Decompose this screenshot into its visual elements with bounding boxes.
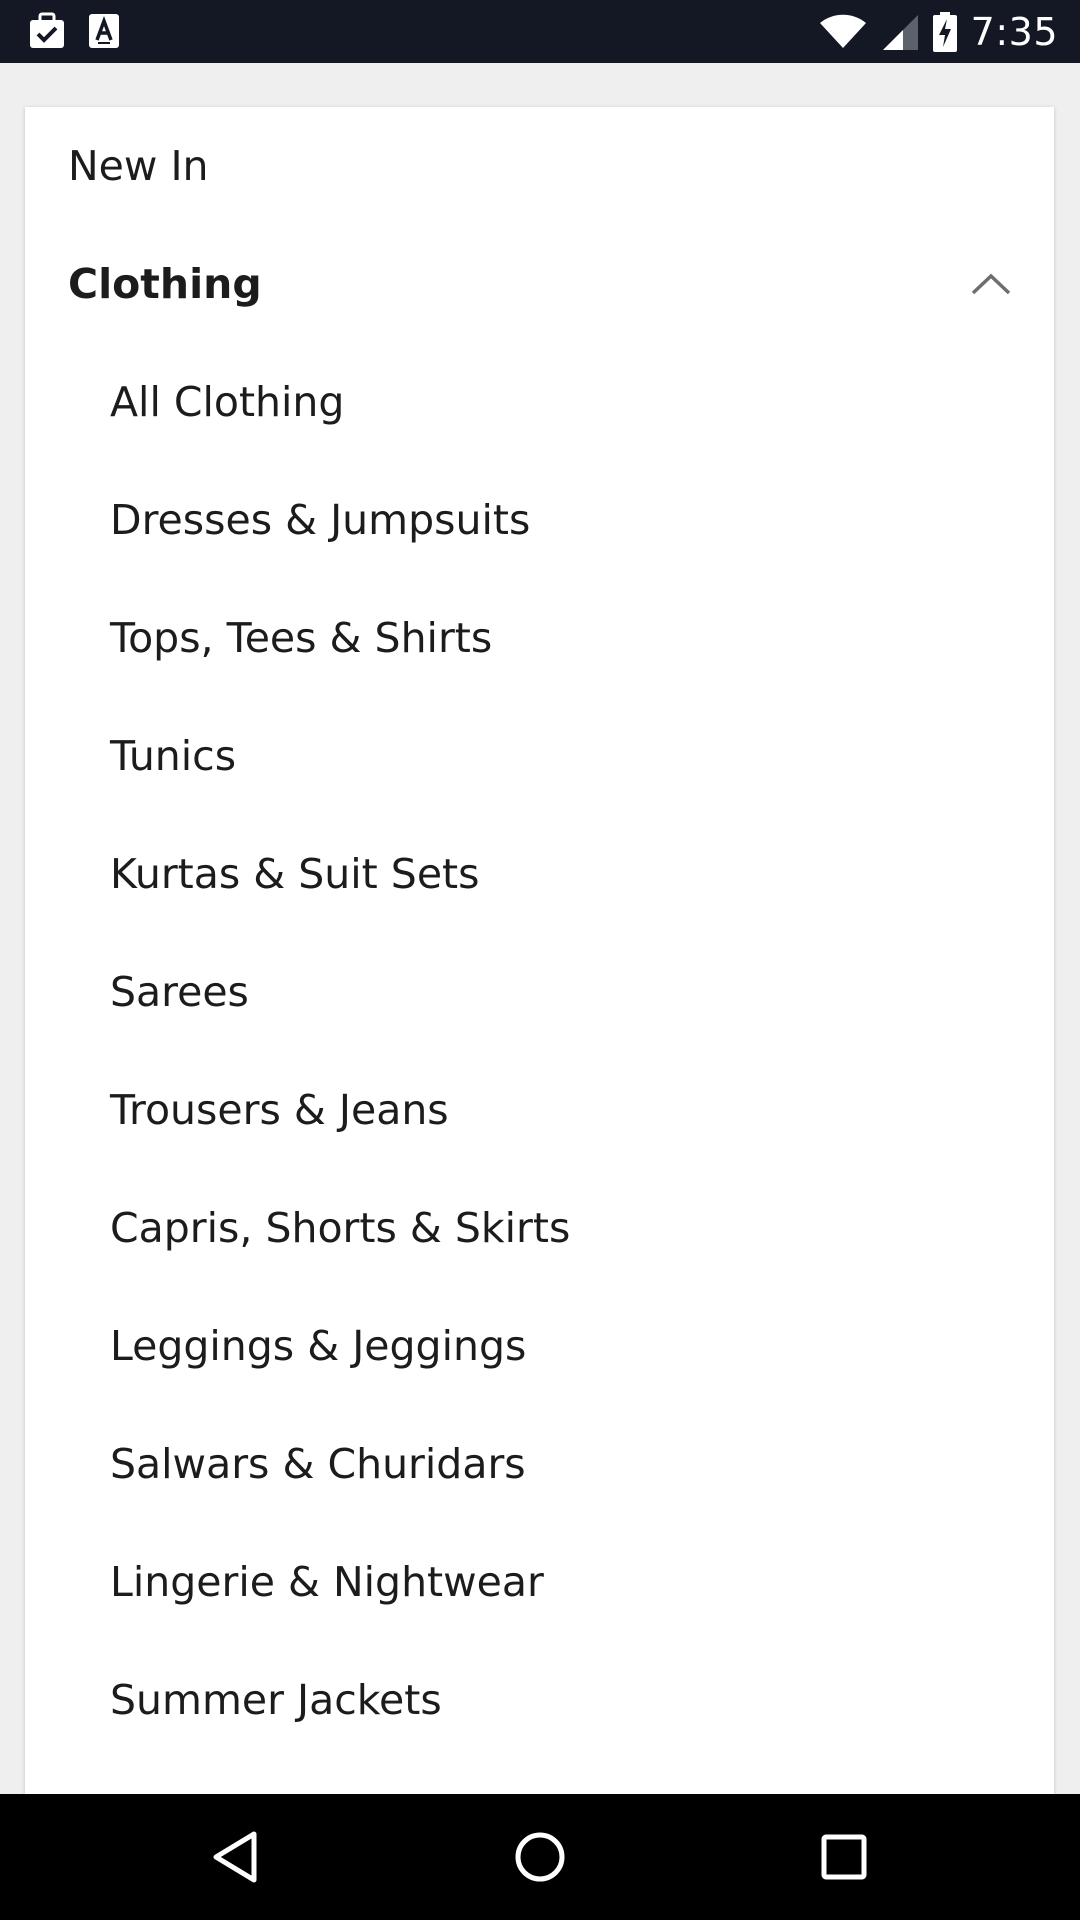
recents-button[interactable] [784, 1794, 904, 1920]
menu-item-label: All Clothing [110, 378, 345, 426]
category-menu: New In Clothing All Clothing Dresses & J… [25, 107, 1054, 1920]
menu-item-label: Tunics [110, 732, 237, 780]
chevron-up-icon[interactable] [970, 272, 1012, 296]
menu-item-label: Lingerie & Nightwear [110, 1558, 544, 1606]
home-button[interactable] [480, 1794, 600, 1920]
recents-icon [821, 1834, 867, 1880]
menu-item-label: Trousers & Jeans [110, 1086, 449, 1134]
menu-item-trousers-jeans[interactable]: Trousers & Jeans [25, 1051, 1054, 1169]
home-icon [515, 1832, 565, 1882]
menu-item-summer-jackets[interactable]: Summer Jackets [25, 1641, 1054, 1759]
menu-item-sarees[interactable]: Sarees [25, 933, 1054, 1051]
system-indicators: 7:35 [819, 0, 1058, 63]
notification-icons [28, 12, 120, 50]
menu-item-label: Capris, Shorts & Skirts [110, 1204, 571, 1252]
menu-item-tunics[interactable]: Tunics [25, 697, 1054, 815]
menu-item-label: New In [68, 142, 209, 190]
menu-item-label: Kurtas & Suit Sets [110, 850, 480, 898]
menu-item-salwars-churidars[interactable]: Salwars & Churidars [25, 1405, 1054, 1523]
menu-item-kurtas-suit-sets[interactable]: Kurtas & Suit Sets [25, 815, 1054, 933]
menu-item-capris-shorts-skirts[interactable]: Capris, Shorts & Skirts [25, 1169, 1054, 1287]
battery-charging-icon [932, 11, 957, 52]
menu-item-all-clothing[interactable]: All Clothing [25, 343, 1054, 461]
wifi-icon [819, 14, 866, 48]
clock: 7:35 [970, 9, 1058, 54]
back-icon [213, 1831, 257, 1883]
menu-item-lingerie-nightwear[interactable]: Lingerie & Nightwear [25, 1523, 1054, 1641]
menu-section-clothing[interactable]: Clothing [25, 225, 1054, 343]
system-navigation-bar [0, 1794, 1080, 1920]
back-button[interactable] [176, 1794, 296, 1920]
menu-item-tops-tees-shirts[interactable]: Tops, Tees & Shirts [25, 579, 1054, 697]
menu-item-leggings-jeggings[interactable]: Leggings & Jeggings [25, 1287, 1054, 1405]
cell-signal-icon [882, 14, 918, 50]
menu-item-label: Salwars & Churidars [110, 1440, 526, 1488]
briefcase-check-icon [30, 12, 64, 48]
menu-item-new-in[interactable]: New In [25, 107, 1054, 225]
menu-item-label: Dresses & Jumpsuits [110, 496, 531, 544]
text-a-icon [89, 14, 119, 48]
menu-item-label: Tops, Tees & Shirts [110, 614, 493, 662]
status-bar: 7:35 [0, 0, 1080, 63]
menu-item-dresses-jumpsuits[interactable]: Dresses & Jumpsuits [25, 461, 1054, 579]
menu-item-label: Summer Jackets [110, 1676, 442, 1724]
menu-item-label: Sarees [110, 968, 249, 1016]
menu-section-label: Clothing [68, 260, 262, 308]
menu-item-label: Leggings & Jeggings [110, 1322, 527, 1370]
